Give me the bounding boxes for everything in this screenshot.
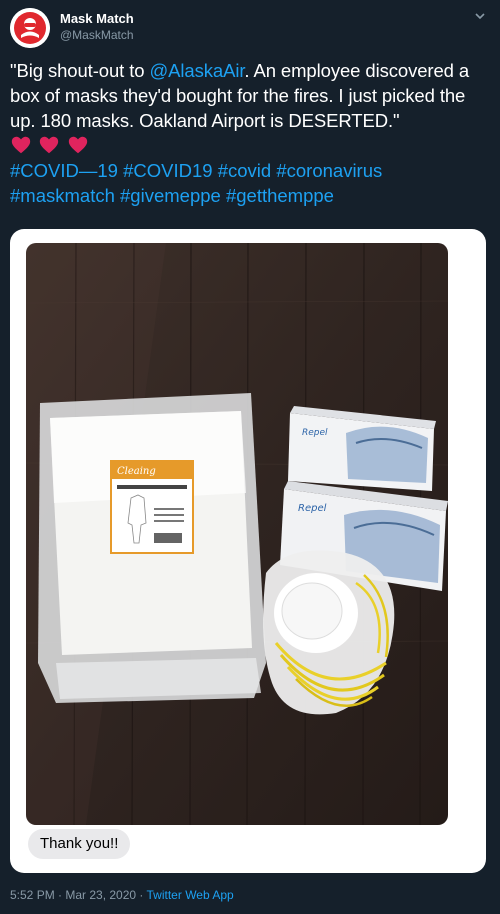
emoji-row	[10, 134, 91, 158]
coverall-brand-label: Cleaing	[117, 466, 156, 477]
red-heart-icon	[11, 136, 31, 154]
tweet-text-part: "Big shout-out to	[10, 60, 150, 81]
hashtag-link[interactable]: #covid	[218, 160, 271, 181]
mask-match-logo-icon	[10, 8, 50, 48]
n95-masks-bag	[263, 550, 395, 715]
source-link[interactable]: Twitter Web App	[147, 888, 234, 902]
red-heart-icon	[68, 136, 88, 154]
mention-link[interactable]: @AlaskaAir	[150, 60, 245, 81]
hashtag-list: #COVID—19 #COVID19 #covid #coronavirus #…	[10, 158, 490, 208]
timestamp[interactable]: 5:52 PM · Mar 23, 2020 ·	[10, 888, 147, 902]
mask-box-brand-label: Repel	[298, 503, 327, 514]
user-handle[interactable]: @MaskMatch	[60, 27, 134, 43]
tweet-header: Mask Match @MaskMatch	[10, 8, 490, 52]
user-names: Mask Match @MaskMatch	[60, 10, 134, 43]
coveralls-package: Cleaing	[38, 393, 266, 703]
avatar[interactable]	[10, 8, 50, 48]
tweet-meta: 5:52 PM · Mar 23, 2020 · Twitter Web App	[10, 888, 234, 902]
hashtag-link[interactable]: #coronavirus	[276, 160, 382, 181]
hashtag-link[interactable]: #maskmatch	[10, 185, 115, 206]
mask-box-top: Repel	[288, 406, 436, 491]
hashtag-link[interactable]: #getthemppe	[226, 185, 334, 206]
tweet-photo[interactable]: Cleaing Repel Repel	[26, 243, 448, 825]
message-bubble: Thank you!!	[28, 829, 131, 859]
red-heart-icon	[40, 136, 59, 154]
photo-ppe-on-floor: Cleaing Repel Repel	[26, 243, 448, 825]
hashtag-link[interactable]: #COVID19	[123, 160, 212, 181]
tweet-text: "Big shout-out to @AlaskaAir. An employe…	[10, 58, 490, 133]
chevron-down-icon[interactable]	[474, 10, 486, 25]
media-card[interactable]: Cleaing Repel Repel Thank you!!	[10, 229, 486, 873]
mask-box-brand-label: Repel	[302, 428, 328, 438]
display-name[interactable]: Mask Match	[60, 10, 134, 27]
hashtag-link[interactable]: #givemeppe	[120, 185, 221, 206]
hashtag-link[interactable]: #COVID—19	[10, 160, 118, 181]
